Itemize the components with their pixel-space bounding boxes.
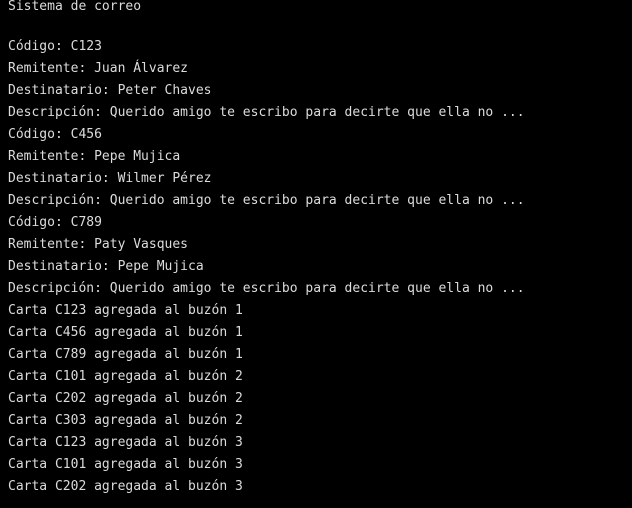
letter-destinatario: Destinatario: Pepe Mujica <box>8 259 204 274</box>
letter-descripcion: Descripción: Querido amigo te escribo pa… <box>8 105 525 120</box>
letter-descripcion: Descripción: Querido amigo te escribo pa… <box>8 281 525 296</box>
mailbox-log: Carta C123 agregada al buzón 1 Carta C45… <box>8 300 632 498</box>
letter-remitente: Remitente: Juan Álvarez <box>8 61 189 76</box>
letter-destinatario: Destinatario: Wilmer Pérez <box>8 171 212 186</box>
letter-descripcion: Descripción: Querido amigo te escribo pa… <box>8 193 525 208</box>
letter-block: Código: C789 Remitente: Paty Vasques Des… <box>8 212 632 300</box>
log-line: Carta C456 agregada al buzón 1 <box>8 325 243 340</box>
letter-remitente: Remitente: Pepe Mujica <box>8 149 181 164</box>
console-output: Sistema de correo Código: C123 Remitente… <box>0 0 632 507</box>
letter-codigo: Código: C789 <box>8 215 102 230</box>
letter-block: Código: C456 Remitente: Pepe Mujica Dest… <box>8 124 632 212</box>
log-line: Carta C303 agregada al buzón 2 <box>8 413 243 428</box>
log-line: Carta C202 agregada al buzón 3 <box>8 479 243 494</box>
log-line: Carta C123 agregada al buzón 3 <box>8 435 243 450</box>
log-line: Carta C202 agregada al buzón 2 <box>8 391 243 406</box>
letter-block: Código: C123 Remitente: Juan Álvarez Des… <box>8 36 632 124</box>
log-line: Carta C123 agregada al buzón 1 <box>8 303 243 318</box>
letter-codigo: Código: C456 <box>8 127 102 142</box>
letter-remitente: Remitente: Paty Vasques <box>8 237 189 252</box>
letter-codigo: Código: C123 <box>8 39 102 54</box>
log-line: Carta C101 agregada al buzón 2 <box>8 369 243 384</box>
log-line: Carta C789 agregada al buzón 1 <box>8 347 243 362</box>
log-line: Carta C101 agregada al buzón 3 <box>8 457 243 472</box>
letter-destinatario: Destinatario: Peter Chaves <box>8 83 212 98</box>
console-title: Sistema de correo <box>8 0 142 14</box>
